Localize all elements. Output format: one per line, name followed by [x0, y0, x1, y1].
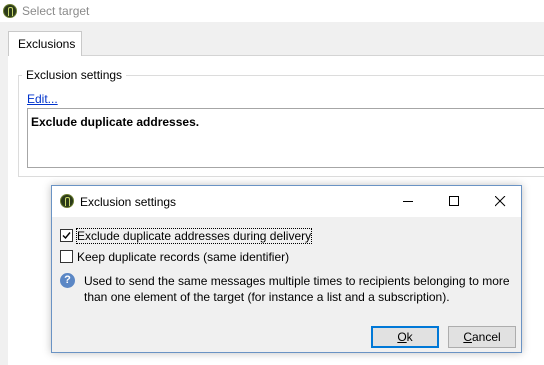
checkbox-box[interactable] [60, 250, 73, 263]
ok-button[interactable]: Ok [371, 326, 439, 348]
info-icon: ? [60, 273, 75, 288]
app-logo-icon [3, 4, 17, 18]
info-text: Used to send the same messages multiple … [84, 274, 510, 304]
dialog-titlebar[interactable]: Exclusion settings [52, 186, 521, 217]
edit-link[interactable]: Edit... [27, 92, 58, 106]
close-icon [495, 196, 506, 207]
dialog-title: Exclusion settings [80, 195, 177, 209]
checkbox-box[interactable] [60, 229, 73, 242]
ok-label-rest: k [406, 330, 413, 344]
tab-label: Exclusions [18, 37, 76, 51]
exclusion-summary-box: Exclude duplicate addresses. [27, 108, 544, 168]
window-titlebar: Select target [0, 0, 544, 22]
minimize-button[interactable] [385, 186, 431, 217]
minimize-icon [403, 201, 413, 202]
maximize-button[interactable] [431, 186, 477, 217]
ok-mnemonic: O [397, 330, 407, 344]
checkbox-label[interactable]: Exclude duplicate addresses during deliv… [75, 228, 313, 244]
checkbox-label[interactable]: Keep duplicate records (same identifier) [77, 250, 289, 264]
tab-exclusions[interactable]: Exclusions [8, 31, 82, 56]
exclusion-summary: Exclude duplicate addresses. [31, 115, 200, 129]
group-legend: Exclusion settings [22, 68, 127, 82]
maximize-icon [449, 196, 459, 206]
exclusion-settings-dialog: Exclusion settings Exclude duplicate add… [51, 185, 522, 353]
checkmark-icon [62, 232, 71, 240]
app-logo-icon [60, 194, 74, 208]
close-button[interactable] [477, 186, 523, 217]
cancel-button[interactable]: Cancel [448, 326, 516, 348]
cancel-label-rest: ancel [471, 330, 501, 344]
window-title: Select target [22, 4, 90, 18]
cancel-mnemonic: C [463, 330, 472, 344]
